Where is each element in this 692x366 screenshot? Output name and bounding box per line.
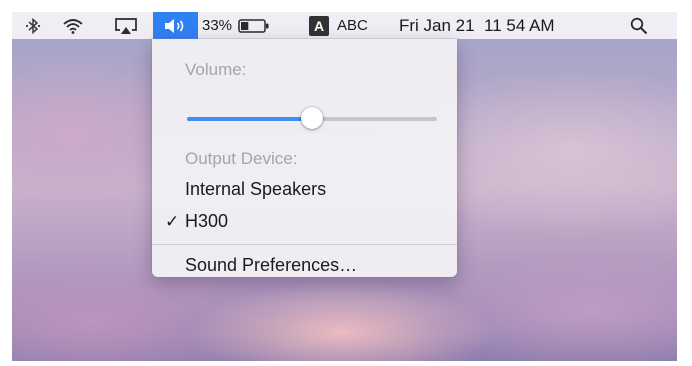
wifi-status-item[interactable] [56,12,90,39]
bluetooth-icon [25,17,41,34]
spotlight-search-icon [630,17,648,34]
menu-bar: 33% A ABC Fri Jan 21 11 54 AM [12,12,677,39]
wifi-icon [63,18,83,34]
volume-slider-fill [187,117,312,121]
battery-status-item[interactable]: 33% [202,12,292,39]
desktop: 33% A ABC Fri Jan 21 11 54 AM Volume: Ou… [12,12,677,361]
menu-separator [152,244,457,245]
spotlight-status-item[interactable] [624,12,654,39]
volume-slider-thumb[interactable] [301,107,323,129]
battery-icon [238,18,269,33]
input-source-badge: A [309,15,329,36]
sound-preferences-item[interactable]: Sound Preferences… [185,255,357,276]
output-device-header: Output Device: [185,149,298,168]
airplay-icon [115,17,137,34]
volume-status-item[interactable] [153,12,198,39]
volume-menu: Volume: Output Device: Internal Speakers… [152,39,457,277]
checkmark-icon: ✓ [165,212,180,231]
battery-percentage: 33% [202,17,233,34]
clock-text: Fri Jan 21 11 54 AM [399,15,555,35]
device-internal-speakers[interactable]: Internal Speakers [185,179,326,200]
input-source-status-item[interactable]: A ABC [309,12,389,39]
clock[interactable]: Fri Jan 21 11 54 AM [399,12,609,39]
bluetooth-status-item[interactable] [18,12,48,39]
airplay-status-item[interactable] [108,12,144,39]
input-source-label: ABC [337,17,368,34]
device-h300[interactable]: H300 [185,211,228,232]
volume-header: Volume: [185,60,247,79]
volume-icon [164,18,183,33]
